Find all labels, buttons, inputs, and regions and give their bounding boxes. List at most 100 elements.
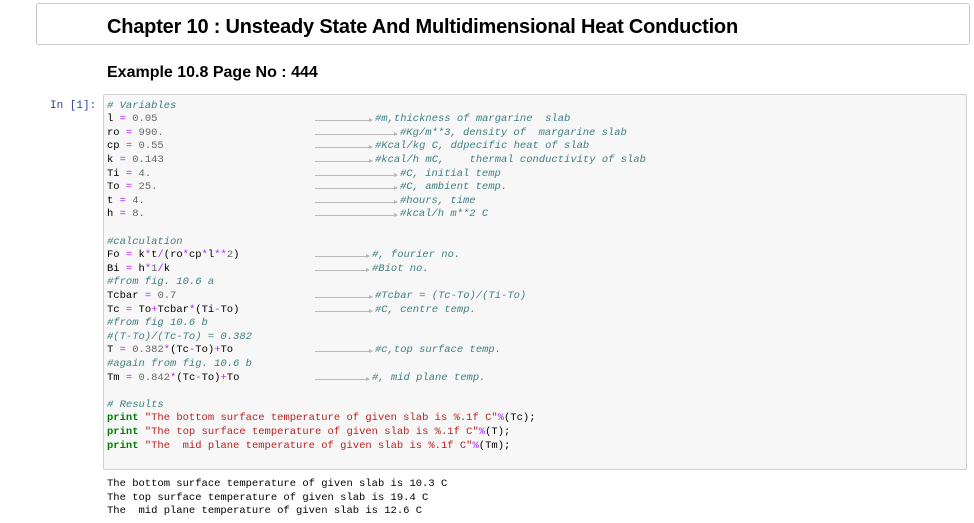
code-comment: #kcal/h m**2 C — [400, 208, 489, 220]
code-token: (Tm); — [478, 440, 511, 452]
code-token: (Tc — [176, 372, 196, 384]
code-token: To — [220, 344, 234, 356]
tab-arrow-icon — [315, 159, 373, 163]
code-token: 4. — [138, 168, 152, 180]
code-token: 0.143 — [132, 154, 164, 166]
code-token: ro — [107, 127, 126, 139]
code-line: To = 25. — [107, 181, 157, 194]
tab-arrow-icon — [315, 173, 398, 177]
code-line: cp = 0.55 — [107, 140, 164, 153]
code-token: Tcbar — [157, 304, 189, 316]
code-token: cp — [188, 249, 202, 261]
code-token: 0.05 — [132, 113, 158, 125]
code-line: t = 4. — [107, 195, 145, 208]
code-token: To — [107, 181, 126, 193]
code-comment: #Tcbar = (Tc-To)/(Ti-To) — [375, 290, 527, 302]
code-token: (Ti — [195, 304, 215, 316]
code-line: Tc = To+Tcbar*(Ti-To) — [107, 304, 239, 317]
code-line: # Results — [107, 399, 164, 412]
code-comment: #, fourier no. — [372, 249, 461, 261]
code-token: print — [107, 440, 139, 452]
code-token: 8. — [132, 208, 145, 220]
tab-arrow-icon — [315, 349, 373, 353]
code-line: print "The bottom surface temperature of… — [107, 412, 536, 425]
code-token: print — [107, 426, 139, 438]
code-token: To) — [220, 304, 240, 316]
code-token: t — [107, 195, 120, 207]
input-prompt: In [1]: — [50, 100, 97, 112]
code-line: Ti = 4. — [107, 168, 151, 181]
code-token: #again from fig. 10.6 b — [107, 358, 252, 370]
code-comment: #hours, time — [400, 195, 476, 207]
code-token: #from fig. 10.6 a — [107, 276, 215, 288]
code-token: (ro — [163, 249, 183, 261]
tab-arrow-icon — [315, 268, 370, 272]
code-line: # Variables — [107, 100, 176, 113]
output-line: The top surface temperature of given sla… — [107, 491, 429, 504]
code-comment: #Kcal/kg C, ddpecific heat of slab — [375, 140, 590, 152]
tab-arrow-icon — [315, 295, 373, 299]
code-token: l — [107, 113, 120, 125]
code-token: (Tc — [170, 344, 189, 356]
code-comment: #c,top surface temp. — [375, 344, 502, 356]
code-token: k — [132, 249, 145, 261]
output-line: The bottom surface temperature of given … — [107, 478, 448, 490]
code-line: k = 0.143 — [107, 154, 164, 167]
code-line: #from fig. 10.6 a — [107, 276, 214, 289]
code-line: #again from fig. 10.6 b — [107, 358, 252, 371]
example-title: Example 10.8 Page No : 444 — [107, 64, 318, 81]
code-token: ) — [233, 249, 240, 261]
code-token: 4. — [132, 195, 145, 207]
code-token: 0.55 — [138, 140, 164, 152]
code-token: 990. — [138, 127, 164, 139]
code-line: ro = 990. — [107, 127, 164, 140]
code-token: "The mid plane temperature of given slab… — [144, 440, 473, 452]
code-comment: #, mid plane temp. — [372, 372, 486, 384]
code-token: 0.842 — [138, 372, 171, 384]
code-token: T — [107, 344, 120, 356]
code-token: To — [132, 304, 152, 316]
code-token: #from fig 10.6 b — [107, 317, 208, 329]
code-token: (T); — [485, 426, 511, 438]
code-token: h — [107, 208, 120, 220]
code-line: Bi = h*1/k — [107, 263, 170, 276]
code-line: #calculation — [107, 236, 183, 249]
code-token: #calculation — [107, 236, 183, 248]
code-comment: #C, initial temp — [400, 168, 501, 180]
tab-arrow-icon — [315, 309, 373, 313]
code-token: To — [226, 372, 240, 384]
code-comment: #kcal/h mC, thermal conductivity of slab — [375, 154, 646, 166]
code-line: #(T-To)/(Tc-To) = 0.382 — [107, 331, 252, 344]
code-token: print — [107, 412, 139, 424]
tab-arrow-icon — [315, 145, 373, 149]
code-line: h = 8. — [107, 208, 145, 221]
code-comment: #Kg/m**3, density of margarine slab — [400, 127, 627, 139]
code-token: Tc — [107, 304, 126, 316]
code-token: Tcbar — [107, 290, 145, 302]
tab-arrow-icon — [315, 377, 370, 381]
chapter-title: Chapter 10 : Unsteady State And Multidim… — [107, 16, 738, 38]
tab-arrow-icon — [315, 254, 370, 258]
output-line: The mid plane temperature of given slab … — [107, 505, 423, 517]
code-token: k — [107, 154, 120, 166]
code-token: To) — [195, 344, 215, 356]
code-token: Tm — [107, 372, 126, 384]
code-line: #from fig 10.6 b — [107, 317, 208, 330]
code-token: ** — [214, 249, 227, 261]
code-token: "The bottom surface temperature of given… — [144, 412, 498, 424]
code-token: k — [163, 263, 171, 275]
code-token: Fo — [107, 249, 126, 261]
code-comment: #Biot no. — [372, 263, 429, 275]
code-token: To) — [201, 372, 221, 384]
code-token: (Tc); — [504, 412, 536, 424]
tab-arrow-icon — [315, 213, 398, 217]
tab-arrow-icon — [315, 132, 398, 136]
code-token: # Variables — [107, 100, 177, 112]
code-line: T = 0.382*(Tc-To)+To — [107, 344, 233, 357]
code-token: cp — [107, 140, 126, 152]
code-line: Tm = 0.842*(Tc-To)+To — [107, 372, 239, 385]
code-token: 25. — [138, 181, 158, 193]
tab-arrow-icon — [315, 200, 398, 204]
code-token: # Results — [107, 399, 164, 411]
code-comment: #m,thickness of margarine slab — [375, 113, 571, 125]
